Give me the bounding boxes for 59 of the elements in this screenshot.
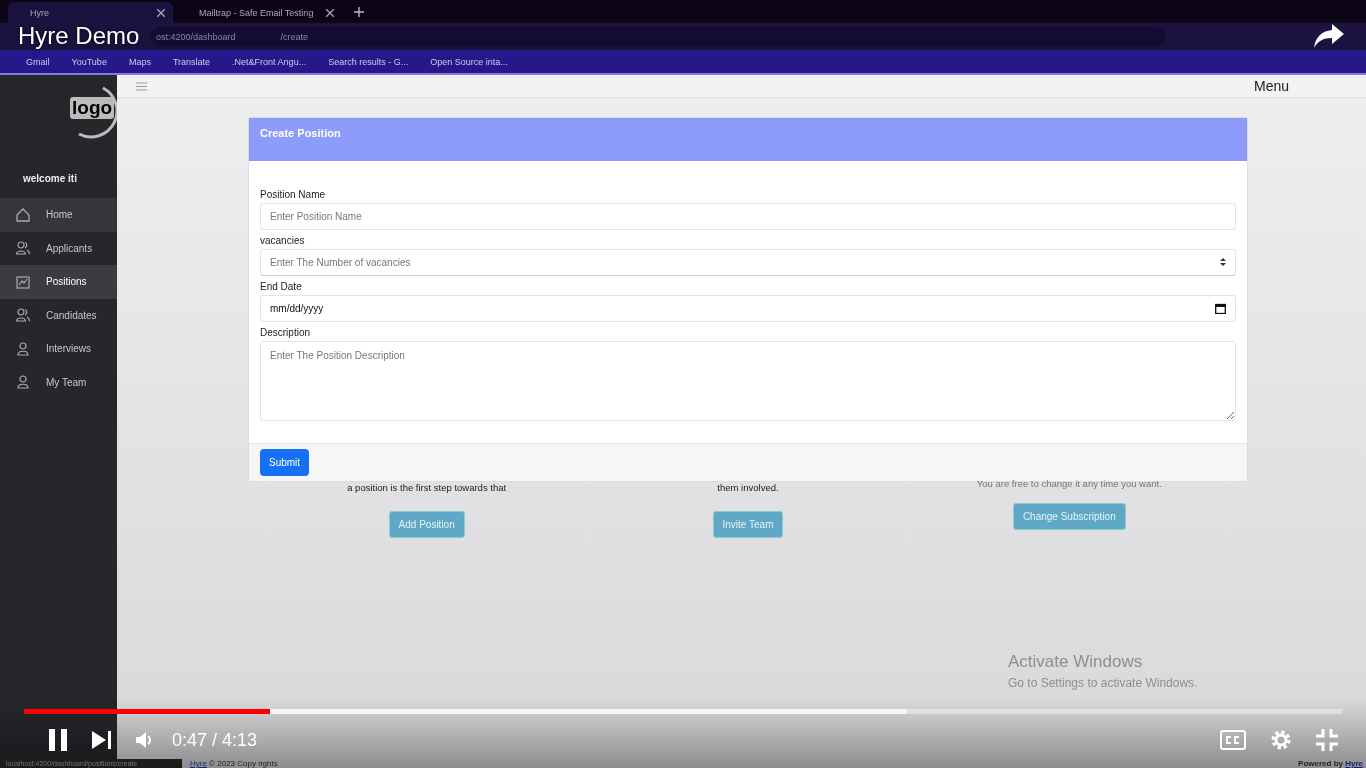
next-icon[interactable] (92, 731, 112, 749)
powered-text: Powered by Hyre (1298, 759, 1363, 768)
field-label: Position Name (260, 189, 327, 200)
share-icon[interactable] (1314, 24, 1344, 48)
video-time: 0:47 / 4:13 (172, 729, 258, 751)
person-icon (16, 341, 30, 356)
field-label: Description (260, 327, 312, 338)
new-tab-icon[interactable] (354, 7, 364, 17)
welcome-text: welcome iti (22, 172, 78, 186)
bookmark[interactable]: .Net&Front Angu... (232, 56, 307, 67)
exit-fullscreen-icon[interactable] (1316, 729, 1338, 751)
calendar-icon[interactable] (1215, 303, 1226, 314)
bookmark[interactable]: Maps (128, 56, 151, 67)
card-text: You are free to change it any time you want. (976, 478, 1162, 489)
card-text: them involved. (717, 482, 779, 493)
menu-icon[interactable] (136, 81, 147, 91)
submit-button[interactable]: Submit (260, 449, 310, 476)
activation-title: Activate Windows (1008, 652, 1143, 672)
description-field[interactable]: Enter The Position Description (260, 341, 1236, 421)
sidebar-item[interactable]: Interviews (0, 332, 117, 366)
video-title: Hyre Demo (18, 22, 140, 50)
settings-icon[interactable] (1270, 729, 1292, 751)
footer-link[interactable]: Hyre (1345, 759, 1363, 768)
sidebar-item[interactable]: My Team (0, 365, 117, 399)
sidebar-item[interactable]: Candidates (0, 298, 117, 332)
bookmark[interactable]: Search results - G... (328, 56, 409, 67)
menu-link[interactable]: Menu (1253, 78, 1289, 94)
close-icon[interactable] (326, 8, 334, 17)
text-field[interactable]: Enter Position Name (260, 203, 1236, 230)
bookmark[interactable]: Gmail (26, 56, 50, 67)
sidebar-item[interactable]: Home (0, 198, 117, 232)
spinner-icon[interactable] (1220, 257, 1226, 267)
browser-tab[interactable]: Mailtrap - Safe Email Testing (177, 2, 342, 23)
sidebar-item[interactable]: Applicants (0, 231, 117, 265)
bookmark[interactable]: Translate (172, 56, 211, 67)
people-icon (16, 241, 30, 256)
field-label: vacancies (260, 235, 306, 246)
logo-text: logo (70, 97, 115, 119)
home-icon (16, 207, 30, 222)
chart-icon (16, 274, 30, 289)
close-icon[interactable] (157, 8, 165, 17)
card-title: Create Position (260, 127, 341, 139)
bookmark[interactable]: Open Source inta... (430, 56, 508, 67)
activation-text: Go to Settings to activate Windows. (1008, 676, 1198, 690)
person-icon (16, 375, 30, 390)
sidebar-item[interactable]: Positions (0, 265, 117, 299)
video-progress-bar[interactable] (24, 709, 1342, 714)
people-icon (16, 308, 30, 323)
footer-link[interactable]: Hyre (190, 759, 207, 768)
card-text: a position is the first step towards that (347, 482, 507, 493)
browser-tab[interactable]: Hyre (8, 2, 173, 23)
pause-icon[interactable] (48, 729, 68, 751)
bookmark[interactable]: YouTube (71, 56, 107, 67)
number-field[interactable]: Enter The Number of vacancies (260, 249, 1236, 276)
volume-icon[interactable] (136, 731, 154, 749)
date-field[interactable]: mm/dd/yyyy (260, 295, 1236, 322)
copyright-text: Hyre © 2023 Copy rights (190, 759, 278, 768)
field-label: End Date (260, 281, 303, 292)
address-bar[interactable]: ost:4200/dashboard /create (150, 26, 1166, 47)
